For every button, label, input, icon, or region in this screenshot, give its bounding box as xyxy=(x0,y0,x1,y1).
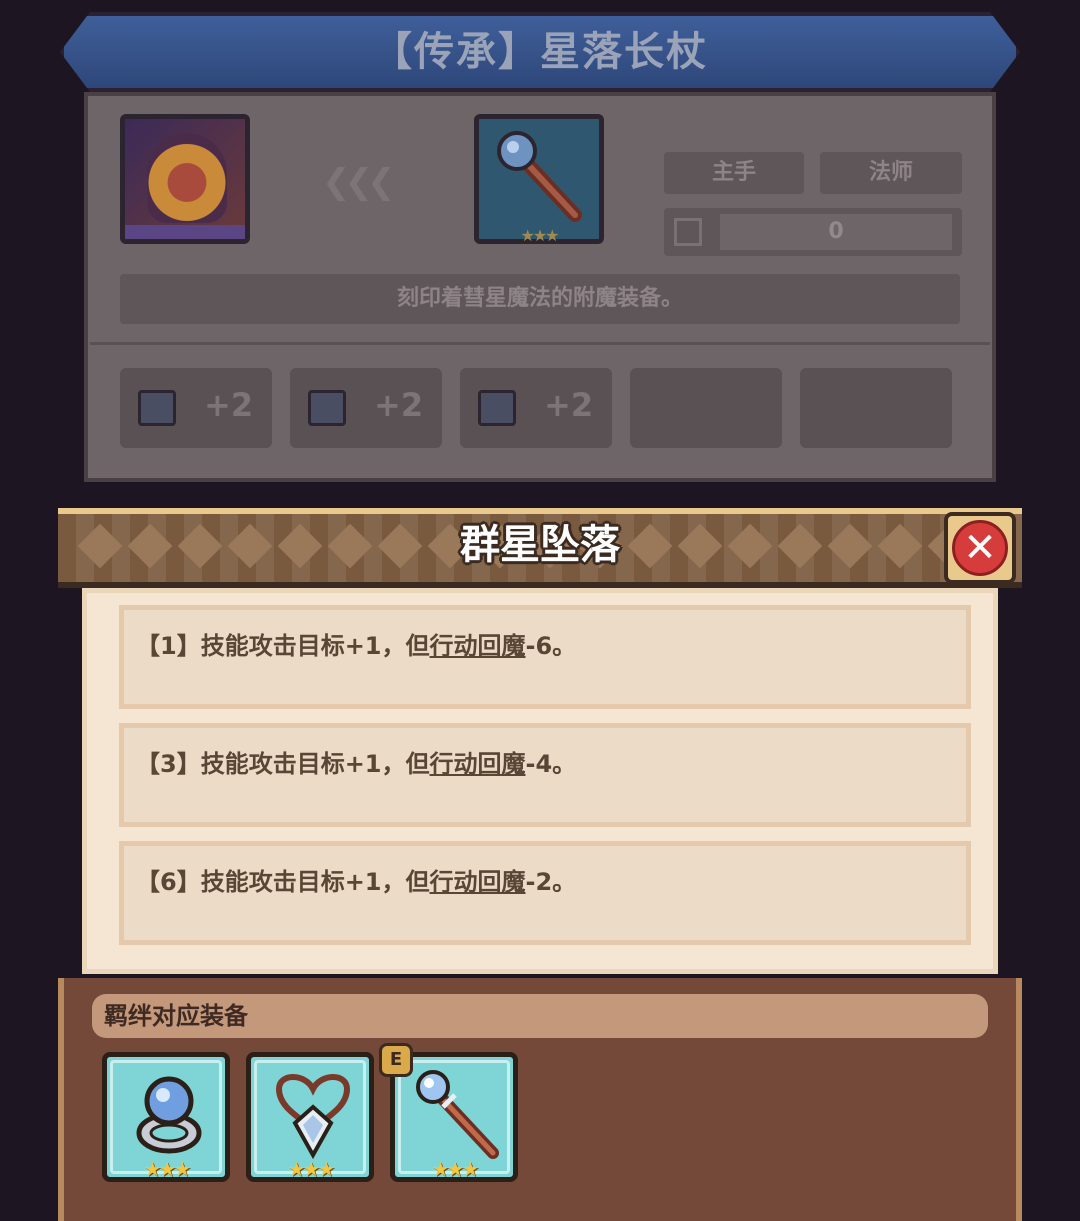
effect-tier: 【6】 xyxy=(136,868,201,896)
bond-title: 羁绊对应装备 xyxy=(104,1002,248,1030)
equipment-slot-staff[interactable]: E ★★★ xyxy=(379,1043,518,1182)
effect-keyword-link[interactable]: 行动回魔 xyxy=(430,750,526,778)
class-type-tag: 法师 xyxy=(820,152,962,194)
effect-post: -6。 xyxy=(525,632,577,660)
item-stars: ★★★ xyxy=(520,226,559,245)
equipped-badge: E xyxy=(379,1043,413,1077)
count-value: 0 xyxy=(720,214,952,250)
set-bonus-popup: 群星坠落 ✕ 【1】技能攻击目标+1，但行动回魔-6。 【3】技能攻击目标+1，… xyxy=(58,508,1022,1221)
count-box: 0 xyxy=(664,208,962,256)
item-description: 刻印着彗星魔法的附魔装备。 xyxy=(120,274,960,324)
item-icon-slot: ★★★ xyxy=(474,114,604,245)
close-icon: ✕ xyxy=(952,520,1008,576)
effect-pre: 技能攻击目标+1，但 xyxy=(200,868,430,896)
stat-value: +2 xyxy=(544,386,594,424)
stat-value: +2 xyxy=(374,386,424,424)
effect-pre: 技能攻击目标+1，但 xyxy=(200,632,430,660)
equipment-stars: ★★★ xyxy=(287,1157,336,1181)
effect-tier: 【1】 xyxy=(136,632,201,660)
stat-empty-slot xyxy=(800,368,952,448)
equipment-stars: ★★★ xyxy=(431,1157,480,1181)
back-arrows-icon: ❮❮❮ xyxy=(322,162,396,202)
stat-stone: +2 xyxy=(460,368,612,448)
staff-icon xyxy=(497,131,582,222)
effect-pre: 技能攻击目标+1，但 xyxy=(200,750,430,778)
effect-text: 【1】技能攻击目标+1，但行动回魔-6。 xyxy=(136,626,576,661)
effect-row: 【6】技能攻击目标+1，但行动回魔-2。 xyxy=(119,841,971,945)
stat-empty-slot xyxy=(630,368,782,448)
hero-portrait[interactable] xyxy=(120,114,250,244)
equipment-slot-necklace[interactable]: ★★★ xyxy=(246,1052,374,1182)
hero-face-icon xyxy=(147,133,227,223)
stat-boot: +2 xyxy=(290,368,442,448)
effect-keyword-link[interactable]: 行动回魔 xyxy=(430,632,526,660)
effect-post: -2。 xyxy=(525,868,577,896)
popup-title: 群星坠落 xyxy=(460,522,620,568)
stat-book: +2 xyxy=(120,368,272,448)
effect-text: 【6】技能攻击目标+1，但行动回魔-2。 xyxy=(136,862,576,897)
slot-type-tag: 主手 xyxy=(664,152,804,194)
equipment-stars: ★★★ xyxy=(143,1157,192,1181)
stone-icon xyxy=(478,390,516,426)
effect-post: -4。 xyxy=(525,750,577,778)
stat-value: +2 xyxy=(204,386,254,424)
staff-icon xyxy=(416,1070,499,1159)
item-detail-panel: 【传承】星落长杖 ❮❮❮ ★★★ 主手 法师 0 刻印着彗星魔法的附魔装备。 +… xyxy=(60,12,1020,532)
effect-tier: 【3】 xyxy=(136,750,201,778)
equipment-slot-ring[interactable]: ★★★ xyxy=(102,1052,230,1182)
boot-icon xyxy=(308,390,346,426)
close-button[interactable]: ✕ xyxy=(944,512,1016,584)
book-icon xyxy=(138,390,176,426)
necklace-icon xyxy=(275,1074,351,1160)
effect-keyword-link[interactable]: 行动回魔 xyxy=(430,868,526,896)
effect-row: 【1】技能攻击目标+1，但行动回魔-6。 xyxy=(119,605,971,709)
effect-row: 【3】技能攻击目标+1，但行动回魔-4。 xyxy=(119,723,971,827)
portrait-stripe xyxy=(125,225,245,239)
item-title: 【传承】星落长杖 xyxy=(372,29,708,75)
ring-icon xyxy=(136,1076,202,1154)
divider xyxy=(90,342,990,345)
grid-icon xyxy=(674,218,702,246)
effects-list: 【1】技能攻击目标+1，但行动回魔-6。 【3】技能攻击目标+1，但行动回魔-4… xyxy=(82,588,998,974)
effect-text: 【3】技能攻击目标+1，但行动回魔-4。 xyxy=(136,744,576,779)
